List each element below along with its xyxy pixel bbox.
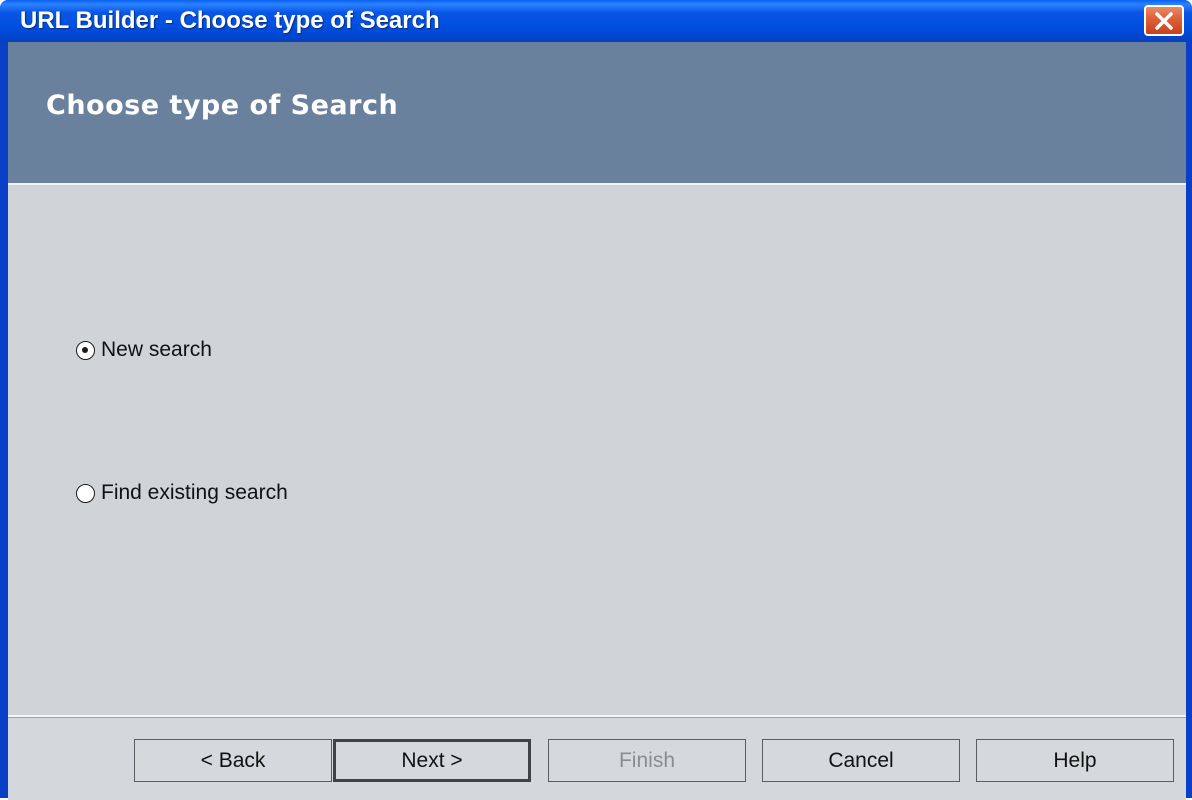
wizard-window: URL Builder - Choose type of Search Choo… — [0, 0, 1192, 800]
options-panel: New search Find existing search — [8, 185, 1186, 715]
next-button[interactable]: Next > — [333, 739, 531, 782]
find-existing-search-radio[interactable] — [76, 483, 95, 503]
new-search-label[interactable]: New search — [101, 338, 212, 362]
find-existing-search-label[interactable]: Find existing search — [101, 481, 288, 505]
header-banner: Choose type of Search — [8, 42, 1186, 185]
finish-button: Finish — [548, 739, 746, 782]
back-button[interactable]: < Back — [134, 739, 332, 782]
close-icon — [1155, 11, 1173, 30]
close-button[interactable] — [1144, 5, 1184, 36]
button-bar: < Back Next > Finish Cancel Help — [8, 715, 1186, 800]
option-find-existing-search[interactable]: Find existing search — [76, 479, 288, 507]
title-bar[interactable]: URL Builder - Choose type of Search — [0, 0, 1192, 42]
page-title: Choose type of Search — [46, 90, 399, 121]
new-search-radio[interactable] — [76, 340, 95, 360]
window-title: URL Builder - Choose type of Search — [20, 7, 440, 34]
cancel-button[interactable]: Cancel — [762, 739, 960, 782]
help-button[interactable]: Help — [976, 739, 1174, 782]
option-new-search[interactable]: New search — [76, 336, 212, 364]
dialog-client-area: Choose type of Search New search Find ex… — [8, 42, 1186, 800]
window-frame-left — [0, 42, 8, 798]
window-frame-right — [1186, 42, 1192, 798]
